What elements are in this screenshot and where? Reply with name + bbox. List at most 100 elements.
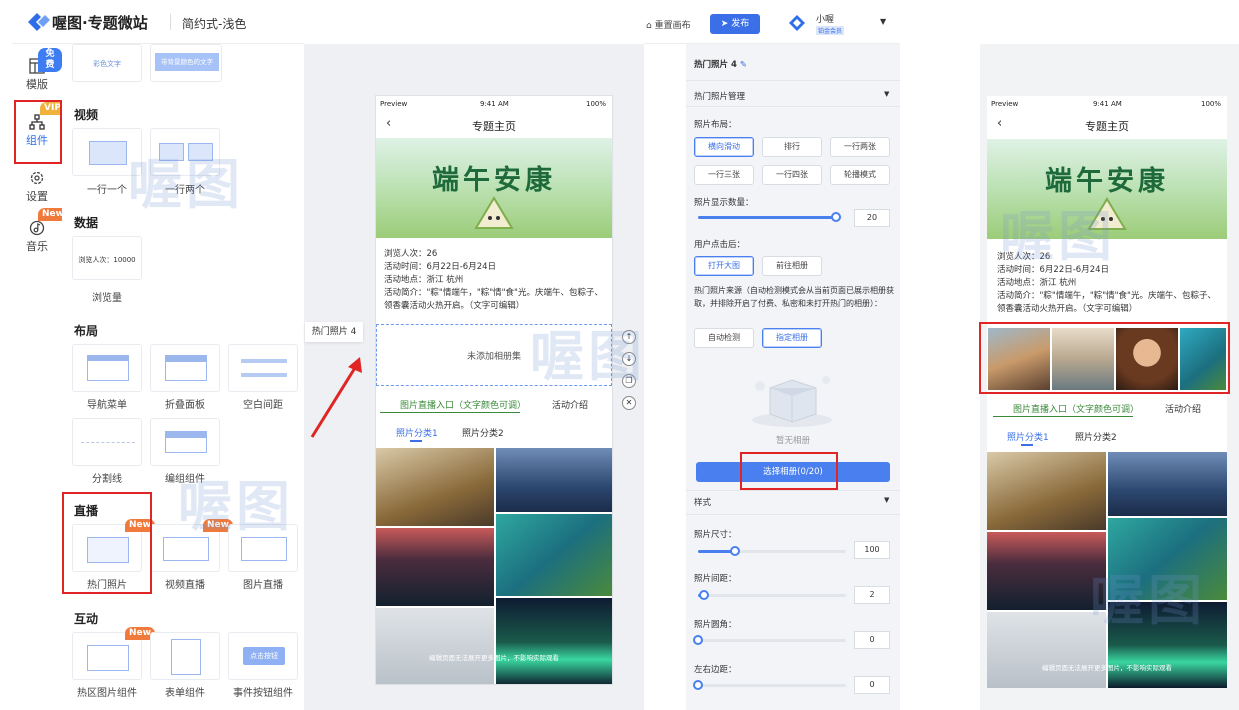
- status-bar: Preview 9:41 AM 100%: [987, 96, 1227, 112]
- section-title-video: 视频: [74, 108, 99, 122]
- count-label: 照片显示数量：: [694, 198, 754, 208]
- click-option[interactable]: 前往相册: [762, 256, 822, 276]
- count-input[interactable]: 20: [854, 209, 890, 227]
- subtab-1[interactable]: 照片分类1: [1007, 430, 1049, 443]
- status-time: 9:41 AM: [480, 100, 509, 108]
- status-left: Preview: [380, 100, 408, 108]
- user-avatar-icon[interactable]: [788, 14, 806, 32]
- source-option[interactable]: 自动检测: [694, 328, 754, 348]
- chevron-down-icon[interactable]: ▼: [880, 17, 886, 26]
- edit-icon[interactable]: ✎: [740, 60, 747, 70]
- card-nav-menu[interactable]: [72, 344, 142, 392]
- photo-item[interactable]: [376, 528, 494, 606]
- card-form[interactable]: [150, 632, 220, 680]
- status-time: 9:41 AM: [1093, 100, 1122, 108]
- tab-intro[interactable]: 活动介绍: [552, 398, 588, 411]
- banner-text: 端午安康: [432, 165, 556, 196]
- photo-item[interactable]: [496, 448, 612, 512]
- click-option[interactable]: 打开大图: [694, 256, 754, 276]
- layout-option[interactable]: 一行两张: [830, 137, 890, 157]
- slider-knob[interactable]: [693, 635, 703, 645]
- watermark: 喔图: [1000, 205, 1116, 268]
- info-desc: 活动简介："粽"情端午，"粽"情"食"光。庆端午、包粽子、领香囊活动火热开启。（…: [997, 291, 1216, 314]
- slider-label: 照片尺寸：: [694, 530, 737, 540]
- user-name: 小喔: [816, 15, 835, 25]
- radius-slider[interactable]: [693, 635, 846, 645]
- card-bg-text[interactable]: 带背景颜色的文字: [150, 44, 222, 82]
- card-label: 浏览量: [92, 293, 122, 304]
- event-info: 浏览人次：26 活动时间：6月22日-6月24日 活动地点：浙江 杭州 活动简介…: [384, 248, 604, 313]
- subtab-indicator: [1021, 444, 1033, 446]
- card-label: 空白间距: [243, 400, 283, 411]
- manage-section-title[interactable]: 热门照片管理: [694, 90, 745, 102]
- count-slider[interactable]: [698, 212, 842, 222]
- rail-item-music[interactable]: 音乐 New: [12, 208, 68, 254]
- photo-item[interactable]: [376, 448, 494, 526]
- slider-knob[interactable]: [831, 212, 842, 222]
- chevron-down-icon[interactable]: ▼: [884, 90, 889, 98]
- subtab-indicator: [410, 440, 422, 442]
- margin-input[interactable]: 0: [854, 676, 890, 694]
- photo-item[interactable]: [496, 514, 612, 596]
- card-views[interactable]: 浏览人次：10000: [72, 236, 142, 280]
- layout-option[interactable]: 横向滑动: [694, 137, 754, 157]
- card-label: 热区图片组件: [77, 688, 137, 699]
- photo-item[interactable]: [1108, 452, 1227, 516]
- card-event-button[interactable]: 点击按钮: [228, 632, 298, 680]
- slider-knob[interactable]: [730, 546, 740, 556]
- tab-live-entry[interactable]: 图片直播入口（文字颜色可调）: [400, 398, 526, 411]
- photo-item[interactable]: [987, 612, 1106, 688]
- size-input[interactable]: 100: [854, 541, 890, 559]
- card-collapse-panel[interactable]: [150, 344, 220, 392]
- card-group[interactable]: [150, 418, 220, 466]
- size-slider[interactable]: [698, 546, 846, 556]
- publish-button[interactable]: ➤ 发布: [710, 14, 760, 34]
- card-hotzone-image[interactable]: New: [72, 627, 155, 680]
- tab-live-entry[interactable]: 图片直播入口（文字颜色可调）: [1013, 402, 1139, 415]
- status-left: Preview: [991, 100, 1019, 108]
- slider-knob[interactable]: [693, 680, 703, 690]
- delete-icon[interactable]: ✕: [622, 396, 636, 410]
- info-place: 活动地点：浙江 杭州: [384, 275, 464, 285]
- card-label: 表单组件: [165, 688, 205, 699]
- slider-label: 左右边距：: [694, 665, 737, 675]
- photo-item[interactable]: [376, 608, 494, 684]
- template-name[interactable]: 简约式-浅色: [182, 15, 246, 32]
- layout-option[interactable]: 排行: [762, 137, 822, 157]
- info-views: 浏览人次：26: [384, 249, 438, 259]
- free-badge: 免费: [38, 48, 62, 72]
- chevron-down-icon[interactable]: ▼: [884, 496, 889, 504]
- slider-knob[interactable]: [698, 590, 709, 600]
- tab-intro[interactable]: 活动介绍: [1165, 402, 1201, 415]
- tab-underline: [993, 416, 1133, 417]
- photo-item[interactable]: [496, 598, 612, 684]
- photo-item[interactable]: [987, 532, 1106, 610]
- rail-item-templates[interactable]: 模版 免费: [12, 48, 62, 92]
- rail-item-settings[interactable]: 设置: [12, 170, 62, 204]
- radius-input[interactable]: 0: [854, 631, 890, 649]
- style-section-title[interactable]: 样式: [694, 496, 711, 508]
- card-blank-space[interactable]: [228, 344, 298, 392]
- slider-fill: [698, 216, 837, 219]
- card-color-text[interactable]: 彩色文字: [72, 44, 142, 82]
- source-option[interactable]: 指定相册: [762, 328, 822, 348]
- subtab-1[interactable]: 照片分类1: [396, 426, 438, 439]
- props-header: ⌂ 重置画布 ➤ 发布 小喔 铂金会员 ▼: [644, 0, 900, 44]
- spacing-slider[interactable]: [698, 590, 846, 600]
- logo-icon: [28, 13, 50, 31]
- spacing-input[interactable]: 2: [854, 586, 890, 604]
- watermark: 喔图: [128, 153, 244, 216]
- reset-canvas-button[interactable]: ⌂ 重置画布: [646, 18, 691, 31]
- slider-label: 照片圆角：: [694, 620, 737, 630]
- layout-option[interactable]: 一行三张: [694, 165, 754, 185]
- card-label: 折叠面板: [165, 400, 205, 411]
- margin-slider[interactable]: [693, 680, 846, 690]
- photo-item[interactable]: [987, 452, 1106, 530]
- slider-label: 照片间距：: [694, 574, 737, 584]
- status-bar: Preview 9:41 AM 100%: [376, 96, 612, 112]
- subtab-2[interactable]: 照片分类2: [1075, 430, 1117, 443]
- layout-option[interactable]: 一行四张: [762, 165, 822, 185]
- subtab-2[interactable]: 照片分类2: [462, 426, 504, 439]
- layout-option[interactable]: 轮播模式: [830, 165, 890, 185]
- card-divider[interactable]: [72, 418, 142, 466]
